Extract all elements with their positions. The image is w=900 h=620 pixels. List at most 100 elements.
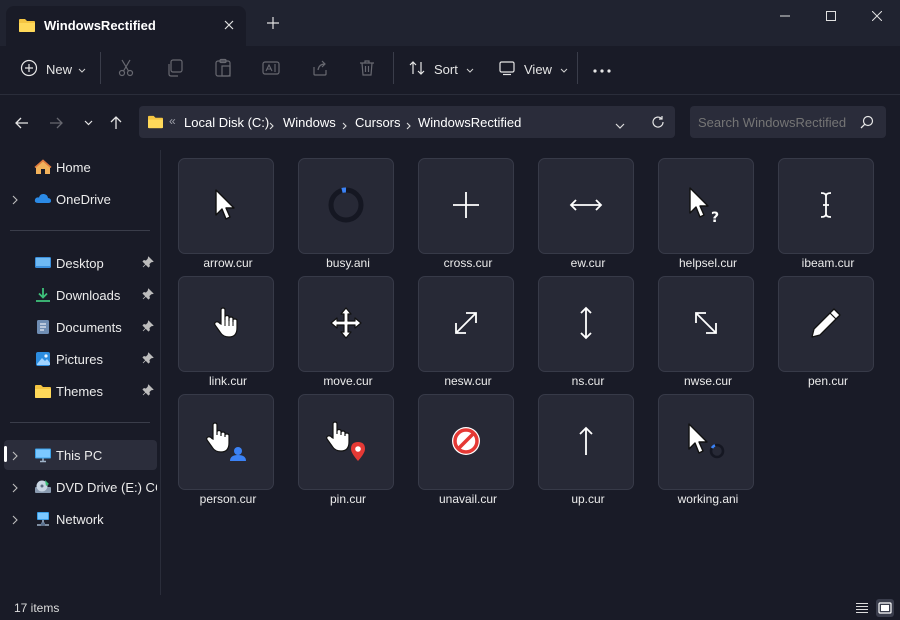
file-name: arrow.cur: [203, 256, 253, 270]
chevron-right-icon[interactable]: [12, 513, 18, 528]
file-item[interactable]: cross.cur: [416, 156, 516, 274]
recent-locations-chevron-icon[interactable]: [76, 111, 100, 135]
view-button[interactable]: View: [498, 54, 568, 84]
file-thumbnail[interactable]: [178, 158, 274, 254]
pin-icon[interactable]: [142, 288, 154, 303]
sidebar-item-network[interactable]: Network: [4, 504, 157, 534]
new-button[interactable]: New: [20, 54, 86, 84]
sidebar-item-desktop[interactable]: Desktop: [4, 248, 157, 278]
file-item[interactable]: ? helpsel.cur: [656, 156, 756, 274]
desktop-icon: [34, 255, 52, 274]
file-thumbnail[interactable]: [418, 158, 514, 254]
file-thumbnail[interactable]: [418, 276, 514, 372]
file-thumbnail[interactable]: ?: [658, 158, 754, 254]
back-arrow-icon[interactable]: [10, 111, 34, 135]
search-icon[interactable]: [860, 115, 874, 132]
cross-cursor-icon: [451, 190, 481, 223]
active-tab[interactable]: WindowsRectified: [6, 6, 246, 46]
selection-indicator: [4, 446, 7, 462]
file-item[interactable]: unavail.cur: [416, 392, 516, 510]
chevron-right-icon[interactable]: [342, 118, 347, 133]
minimize-icon[interactable]: [762, 0, 808, 32]
cut-button[interactable]: [116, 54, 136, 84]
tiles-view-icon[interactable]: [876, 599, 894, 617]
sort-button[interactable]: Sort: [408, 54, 474, 84]
sidebar-item-pictures[interactable]: Pictures: [4, 344, 157, 374]
view-label: View: [524, 61, 552, 77]
file-item[interactable]: pen.cur: [776, 274, 876, 392]
file-thumbnail[interactable]: [658, 394, 754, 490]
file-item[interactable]: up.cur: [536, 392, 636, 510]
maximize-icon[interactable]: [808, 0, 854, 32]
sidebar-item-dvd-drive[interactable]: DVD Drive (E:) CCCOMA_X64FRE: [4, 472, 157, 502]
ibeam-cursor-icon: [819, 191, 833, 222]
sidebar-item-downloads[interactable]: Downloads: [4, 280, 157, 310]
paste-button[interactable]: [213, 54, 233, 84]
address-bar[interactable]: « Local Disk (C:) Windows Cursors Window…: [139, 106, 675, 138]
search-input[interactable]: [690, 106, 858, 138]
file-name: ns.cur: [571, 374, 605, 388]
file-thumbnail[interactable]: [538, 276, 634, 372]
sidebar-item-documents[interactable]: Documents: [4, 312, 157, 342]
sidebar-item-onedrive[interactable]: OneDrive: [4, 184, 157, 214]
up-arrow-icon[interactable]: [104, 111, 128, 135]
file-item[interactable]: pin.cur: [296, 392, 396, 510]
file-item[interactable]: move.cur: [296, 274, 396, 392]
file-item[interactable]: arrow.cur: [176, 156, 276, 274]
pin-icon[interactable]: [142, 384, 154, 399]
pin-icon[interactable]: [142, 320, 154, 335]
file-thumbnail[interactable]: [538, 158, 634, 254]
pin-icon[interactable]: [142, 256, 154, 271]
file-thumbnail[interactable]: [298, 394, 394, 490]
breadcrumb-local-disk[interactable]: Local Disk (C:): [184, 115, 269, 130]
close-icon[interactable]: [854, 0, 900, 32]
refresh-icon[interactable]: [651, 115, 665, 132]
rename-button[interactable]: [261, 54, 281, 84]
svg-text:?: ?: [711, 210, 719, 224]
forward-arrow-icon[interactable]: [44, 111, 68, 135]
tab-close-icon[interactable]: [218, 14, 240, 36]
file-item[interactable]: link.cur: [176, 274, 276, 392]
file-thumbnail[interactable]: [298, 158, 394, 254]
delete-icon: [357, 58, 377, 81]
file-thumbnail[interactable]: [658, 276, 754, 372]
file-item[interactable]: nesw.cur: [416, 274, 516, 392]
file-thumbnail[interactable]: [538, 394, 634, 490]
chevron-right-icon[interactable]: [12, 449, 18, 464]
breadcrumb-cursors[interactable]: Cursors: [355, 115, 401, 130]
file-thumbnail[interactable]: [178, 276, 274, 372]
chevron-right-icon[interactable]: [269, 118, 274, 133]
address-history-chevron-icon[interactable]: [615, 118, 625, 133]
details-view-icon[interactable]: [853, 599, 871, 617]
overflow-chevron-icon[interactable]: «: [169, 114, 176, 128]
file-item[interactable]: busy.ani: [296, 156, 396, 274]
copy-button[interactable]: [165, 54, 185, 84]
file-item[interactable]: ibeam.cur: [776, 156, 876, 274]
file-thumbnail[interactable]: [178, 394, 274, 490]
file-thumbnail[interactable]: [418, 394, 514, 490]
chevron-right-icon[interactable]: [406, 118, 411, 133]
file-name: ew.cur: [570, 256, 606, 270]
chevron-right-icon[interactable]: [12, 193, 18, 208]
file-item[interactable]: ew.cur: [536, 156, 636, 274]
file-item[interactable]: person.cur: [176, 392, 276, 510]
share-button[interactable]: [310, 54, 330, 84]
file-thumbnail[interactable]: [778, 276, 874, 372]
delete-button[interactable]: [357, 54, 377, 84]
chevron-right-icon[interactable]: [12, 481, 18, 496]
breadcrumb-windows[interactable]: Windows: [283, 115, 336, 130]
file-item[interactable]: ns.cur: [536, 274, 636, 392]
toolbar-divider: [577, 52, 578, 84]
sidebar-item-home[interactable]: Home: [4, 152, 157, 182]
file-item[interactable]: nwse.cur: [656, 274, 756, 392]
sidebar-item-this-pc[interactable]: This PC: [4, 440, 157, 470]
more-options-button[interactable]: [592, 54, 612, 84]
sidebar-item-themes[interactable]: Themes: [4, 376, 157, 406]
new-tab-icon[interactable]: [262, 12, 284, 34]
pin-icon[interactable]: [142, 352, 154, 367]
file-item[interactable]: working.ani: [656, 392, 756, 510]
file-thumbnail[interactable]: [298, 276, 394, 372]
pen-cursor-icon: [808, 305, 844, 344]
breadcrumb-current[interactable]: WindowsRectified: [418, 115, 521, 130]
file-thumbnail[interactable]: [778, 158, 874, 254]
